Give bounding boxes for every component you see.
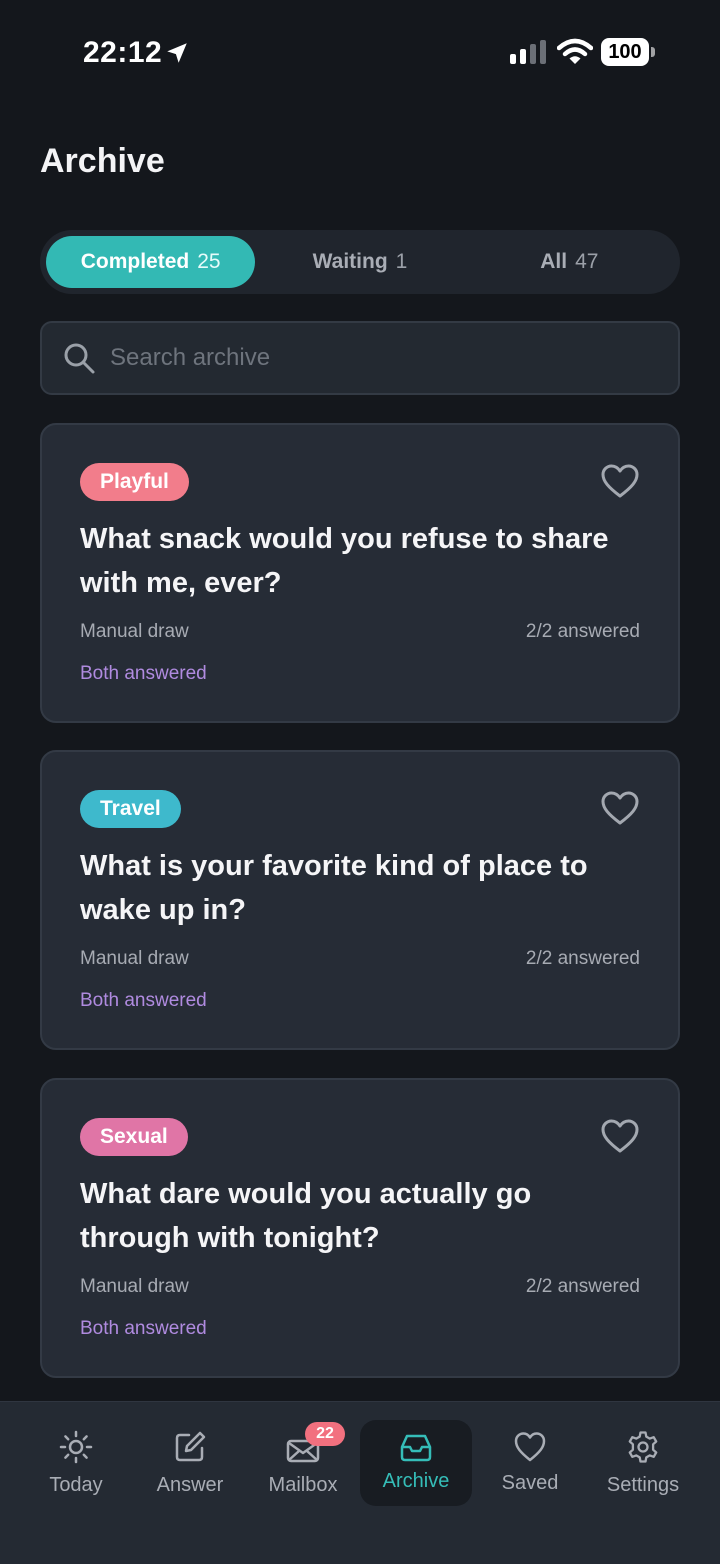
tab-label: Answer	[156, 1474, 224, 1496]
status-time: 22:12	[83, 36, 163, 69]
draw-source: Manual draw	[80, 621, 189, 642]
archive-card[interactable]: Sexual What dare would you actually go t…	[40, 1078, 680, 1378]
tab-label: Settings	[606, 1474, 680, 1496]
filter-count: 1	[395, 250, 408, 273]
answered-count: 2/2 answered	[525, 948, 640, 969]
category-tag: Sexual	[80, 1118, 188, 1156]
filter-label: All	[540, 250, 568, 273]
battery-level: 100	[601, 38, 649, 66]
answer-status: Both answered	[80, 663, 207, 684]
tab-label: Saved	[501, 1472, 559, 1494]
tab-settings[interactable]: Settings	[587, 1420, 699, 1506]
mailbox-unread-badge: 22	[305, 1422, 345, 1446]
answer-status: Both answered	[80, 1318, 207, 1339]
category-tag: Playful	[80, 463, 189, 501]
tab-archive[interactable]: Archive	[360, 1420, 472, 1506]
answered-count: 2/2 answered	[525, 1276, 640, 1297]
category-tag: Travel	[80, 790, 181, 828]
archive-card[interactable]: Playful What snack would you refuse to s…	[40, 423, 680, 723]
card-question: What snack would you refuse to share wit…	[80, 523, 609, 599]
battery-indicator: 100	[601, 38, 655, 66]
search-bar[interactable]	[40, 321, 680, 395]
save-heart-icon[interactable]	[600, 790, 640, 826]
archive-icon	[400, 1434, 432, 1462]
wifi-icon	[557, 38, 593, 64]
tab-answer[interactable]: Answer	[134, 1420, 246, 1506]
save-heart-icon[interactable]	[600, 463, 640, 499]
bottom-tab-bar: Today Answer 22 Mailbox Archive Saved Se…	[0, 1401, 720, 1564]
search-input[interactable]	[110, 344, 630, 372]
tab-label: Mailbox	[268, 1474, 338, 1496]
sun-icon	[59, 1430, 93, 1464]
archive-card[interactable]: Travel What is your favorite kind of pla…	[40, 750, 680, 1050]
page-title: Archive	[40, 142, 165, 180]
filter-waiting[interactable]: Waiting 1	[255, 236, 464, 288]
filter-segmented-control: Completed 25 Waiting 1 All 47	[40, 230, 680, 294]
battery-tip	[651, 47, 655, 57]
filter-label: Completed	[80, 250, 190, 273]
status-bar: 22:12 100	[0, 0, 720, 106]
tab-label: Today	[49, 1474, 103, 1496]
card-question: What is your favorite kind of place to w…	[80, 850, 588, 926]
edit-icon	[175, 1431, 206, 1462]
heart-icon	[514, 1432, 546, 1462]
filter-count: 25	[197, 250, 221, 273]
card-question: What dare would you actually go through …	[80, 1178, 532, 1254]
draw-source: Manual draw	[80, 948, 189, 969]
search-icon	[64, 343, 95, 374]
cellular-signal-icon	[510, 40, 546, 64]
filter-count: 47	[575, 250, 599, 273]
filter-label: Waiting	[312, 250, 388, 273]
save-heart-icon[interactable]	[600, 1118, 640, 1154]
filter-all[interactable]: All 47	[465, 236, 674, 288]
filter-completed[interactable]: Completed 25	[46, 236, 256, 288]
answered-count: 2/2 answered	[525, 621, 640, 642]
tab-label: Archive	[382, 1470, 450, 1492]
gear-icon	[628, 1431, 658, 1463]
tab-saved[interactable]: Saved	[474, 1420, 586, 1506]
location-arrow-icon	[167, 43, 187, 63]
answer-status: Both answered	[80, 990, 207, 1011]
tab-today[interactable]: Today	[20, 1420, 132, 1506]
tab-mailbox[interactable]: 22 Mailbox	[247, 1420, 359, 1506]
draw-source: Manual draw	[80, 1276, 189, 1297]
